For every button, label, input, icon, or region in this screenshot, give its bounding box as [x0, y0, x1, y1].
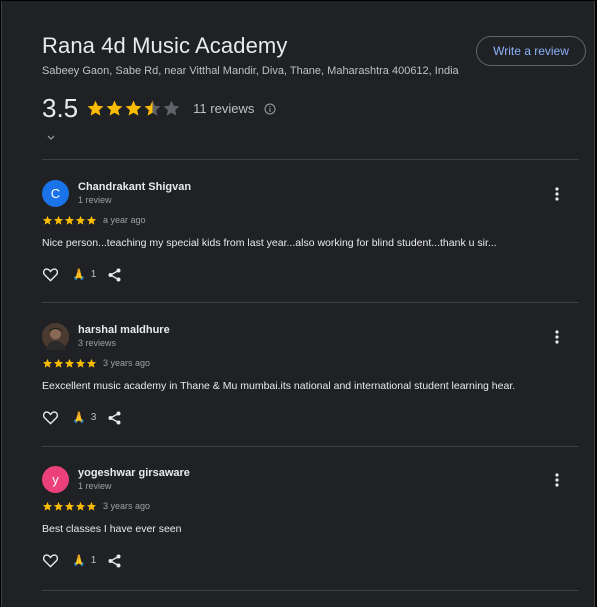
- reviews-count[interactable]: 11 reviews: [193, 101, 254, 116]
- star-icon: [86, 358, 97, 368]
- star-icon: [75, 501, 86, 511]
- review-date: 3 years ago: [103, 501, 151, 511]
- more-options-icon[interactable]: [555, 187, 559, 201]
- chevron-down-icon[interactable]: [46, 135, 56, 141]
- reviewer-name[interactable]: harshal maldhure: [78, 324, 170, 336]
- review-text: Eexcellent music academy in Thane & Mu m…: [42, 380, 516, 392]
- avatar-letter: C: [50, 186, 61, 201]
- rating-summary: 3.5 11 reviews: [42, 93, 276, 124]
- star-icon: [64, 501, 75, 511]
- review-stars: [42, 215, 97, 226]
- avatar[interactable]: y: [42, 466, 69, 493]
- rating-value: 3.5: [42, 93, 79, 123]
- star-icon: [86, 501, 97, 511]
- rating-stars: [86, 99, 181, 118]
- write-review-button[interactable]: Write a review: [476, 36, 586, 66]
- reviewer-review-count: 1 review: [78, 195, 112, 205]
- info-icon[interactable]: [264, 103, 276, 115]
- avatar-photo: [42, 323, 69, 350]
- star-icon: [42, 501, 53, 511]
- star-icon: [163, 100, 180, 116]
- review-date: 3 years ago: [103, 358, 151, 368]
- reviewer-name[interactable]: yogeshwar girsaware: [78, 467, 190, 479]
- divider: [42, 159, 579, 160]
- heart-icon[interactable]: [42, 553, 59, 568]
- star-icon: [144, 100, 161, 116]
- star-icon: [53, 358, 64, 368]
- more-options-icon[interactable]: [555, 473, 559, 487]
- share-icon[interactable]: [108, 411, 121, 425]
- reaction-count: 1: [90, 555, 97, 566]
- review-actions: 🙏 1: [42, 553, 121, 568]
- divider: [42, 590, 579, 591]
- reaction-count: 1: [90, 269, 97, 280]
- star-icon: [86, 215, 97, 225]
- reviewer-review-count: 3 reviews: [78, 338, 117, 348]
- heart-icon[interactable]: [42, 267, 59, 282]
- heart-icon[interactable]: [42, 410, 59, 425]
- star-icon: [106, 100, 123, 116]
- pray-reaction-icon[interactable]: 🙏: [72, 268, 86, 281]
- star-icon: [75, 215, 86, 225]
- avatar-letter: y: [52, 472, 59, 487]
- review-stars: [42, 358, 97, 369]
- star-icon: [125, 100, 142, 116]
- star-icon: [42, 215, 53, 225]
- review-actions: 🙏 1: [42, 267, 121, 282]
- star-icon: [64, 215, 75, 225]
- reaction-count: 3: [90, 412, 97, 423]
- more-options-icon[interactable]: [555, 330, 559, 344]
- review-actions: 🙏 3: [42, 410, 121, 425]
- reviews-panel: Rana 4d Music Academy Sabeey Gaon, Sabe …: [1, 1, 595, 607]
- reviewer-name[interactable]: Chandrakant Shigvan: [78, 181, 191, 193]
- review-text: Nice person...teaching my special kids f…: [42, 237, 497, 249]
- avatar[interactable]: [42, 323, 69, 350]
- pray-reaction-icon[interactable]: 🙏: [72, 411, 86, 424]
- star-icon: [42, 358, 53, 368]
- avatar[interactable]: C: [42, 180, 69, 207]
- star-icon: [75, 358, 86, 368]
- review-date: a year ago: [103, 215, 146, 225]
- review-text: Best classes I have ever seen: [42, 523, 182, 535]
- pray-reaction-icon[interactable]: 🙏: [72, 554, 86, 567]
- place-address: Sabeey Gaon, Sabe Rd, near Vitthal Mandi…: [42, 65, 459, 77]
- star-icon: [64, 358, 75, 368]
- share-icon[interactable]: [108, 554, 121, 568]
- reviewer-review-count: 1 review: [78, 481, 112, 491]
- star-icon: [87, 100, 104, 116]
- share-icon[interactable]: [108, 268, 121, 282]
- divider: [42, 446, 579, 447]
- star-icon: [53, 501, 64, 511]
- review-stars: [42, 501, 97, 512]
- divider: [42, 302, 579, 303]
- star-icon: [53, 215, 64, 225]
